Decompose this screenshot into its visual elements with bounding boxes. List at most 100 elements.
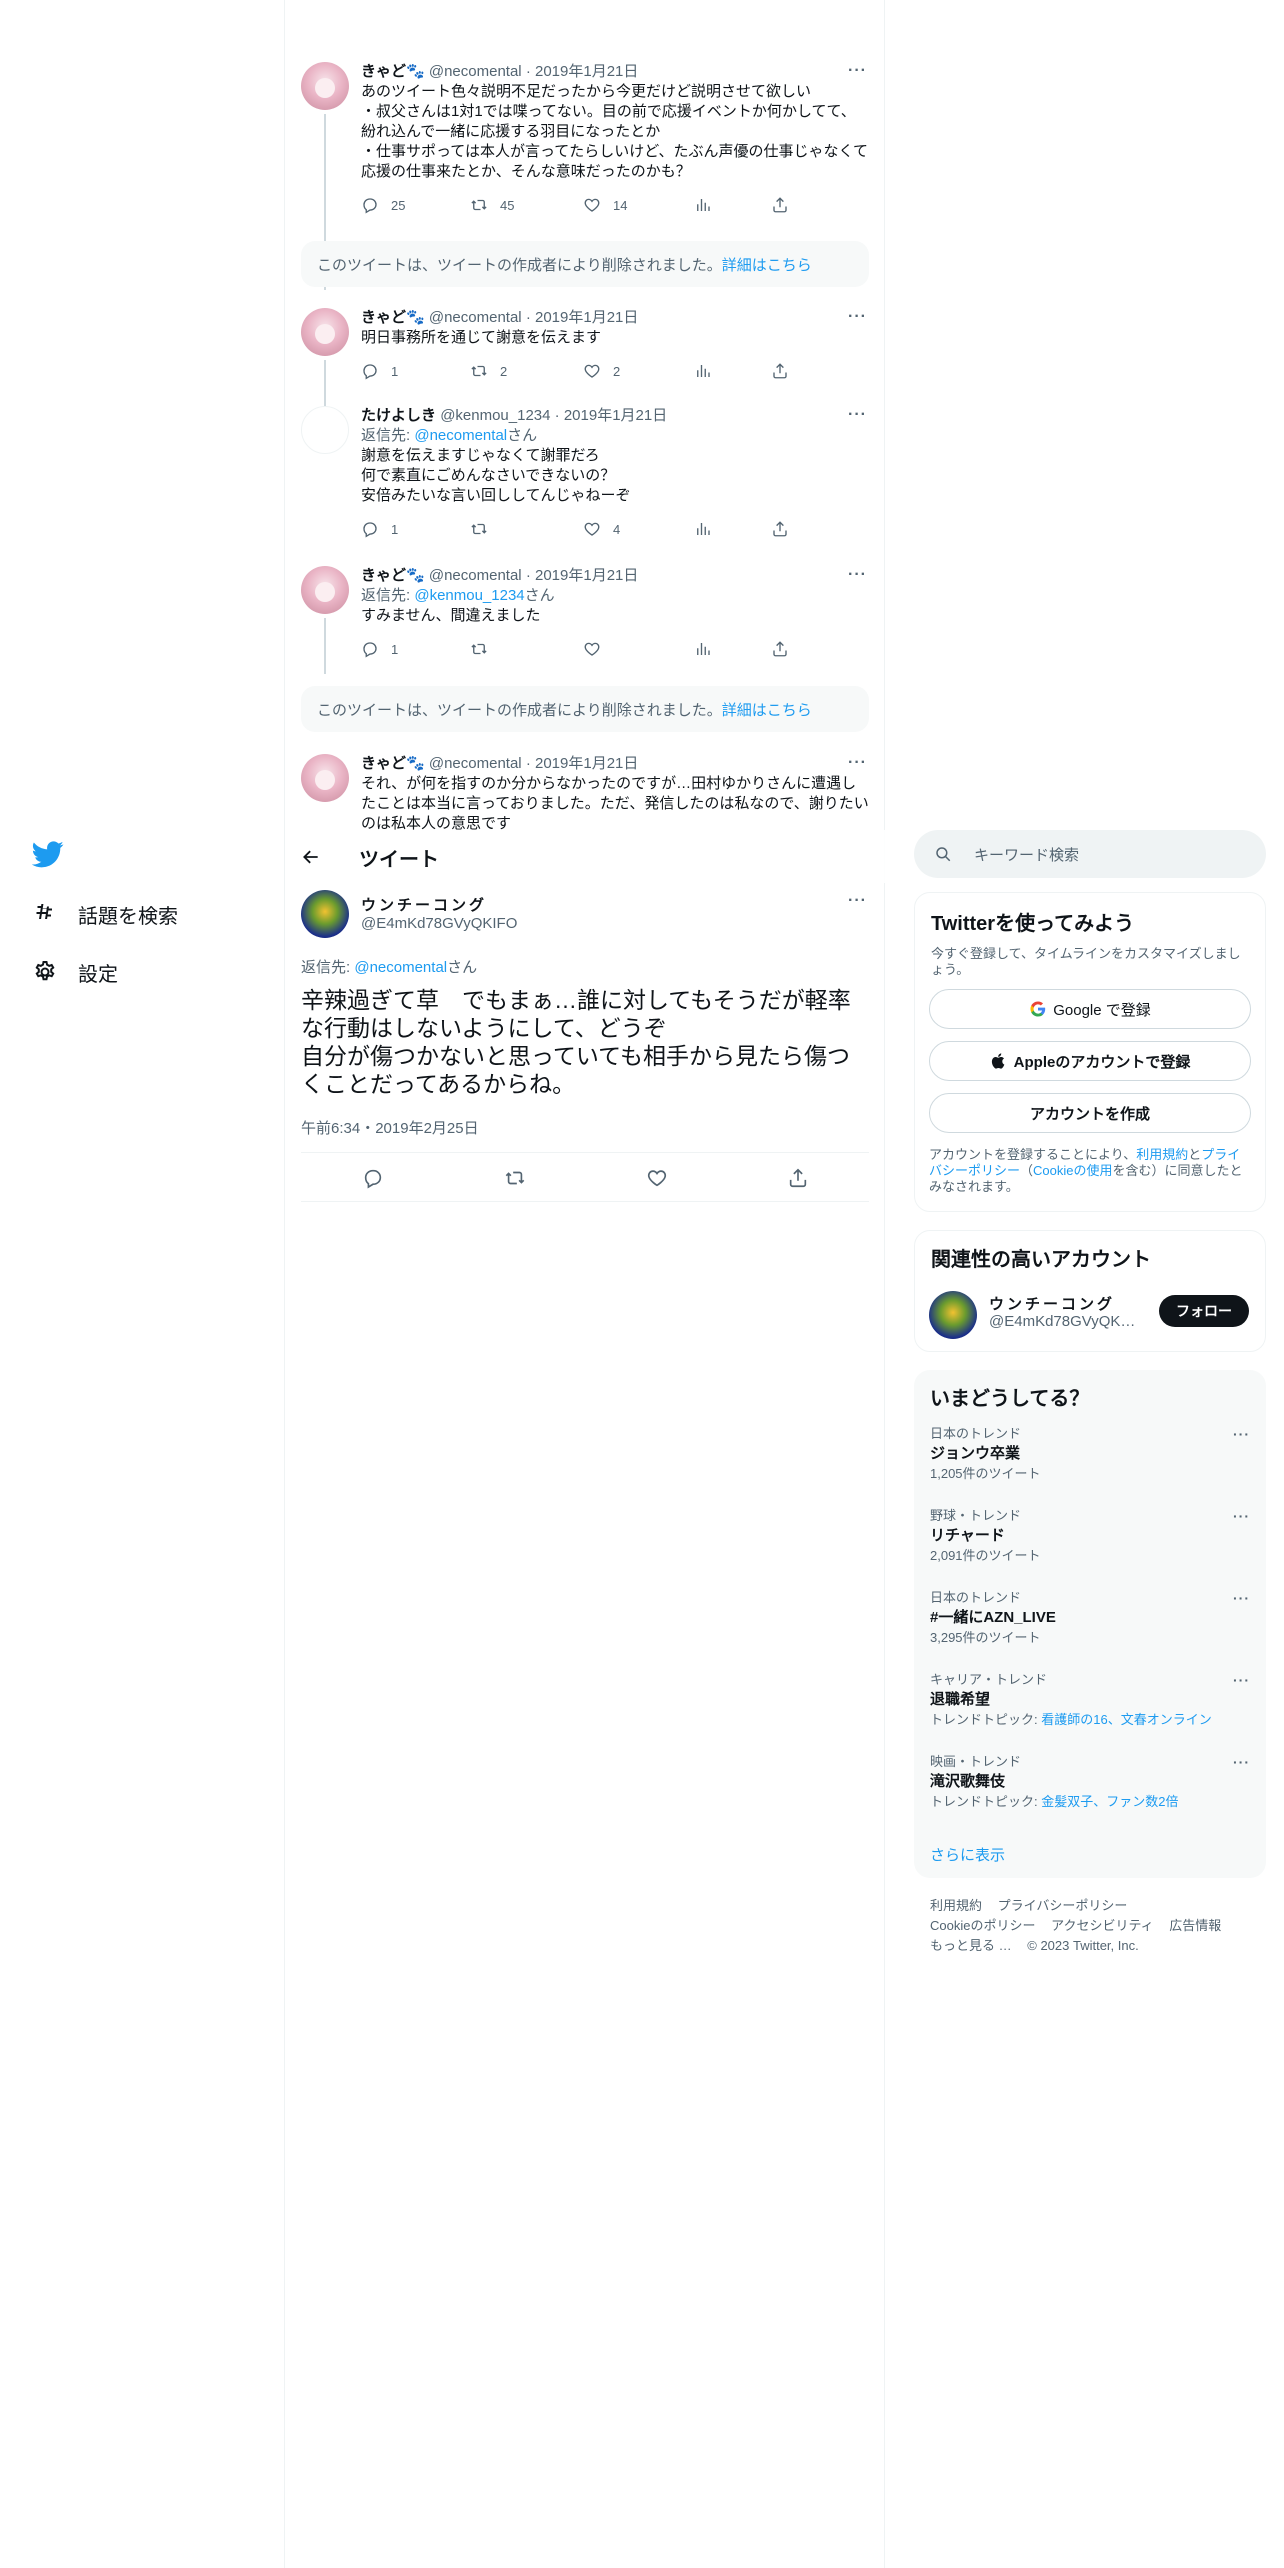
nav-settings[interactable]: 設定 [32, 952, 118, 992]
trend-name: 滝沢歌舞伎 [930, 1773, 1006, 1790]
display-name[interactable]: きゃど🐾 [361, 309, 425, 326]
retweet-button[interactable]: 45 [470, 196, 514, 214]
avatar[interactable] [301, 566, 349, 614]
avatar[interactable] [301, 406, 349, 454]
trend-topic-links[interactable]: 看護師の16、文春オンライン [1041, 1712, 1211, 1727]
details-link[interactable]: 詳細はこちら [722, 257, 812, 274]
reply-button[interactable]: 1 [361, 362, 398, 380]
thread-tweet[interactable]: きゃど🐾 @necomental · 2019年1月21日 ··· それ、が何を… [301, 754, 869, 830]
share-button[interactable] [771, 196, 801, 214]
thread-tweet[interactable]: たけよしき @kenmou_1234 · 2019年1月21日 ··· 返信先:… [301, 406, 869, 546]
handle[interactable]: @kenmou_1234 [440, 407, 550, 424]
display-name[interactable]: たけよしき [361, 407, 436, 424]
retweet-button[interactable] [470, 640, 500, 658]
thread-tweet[interactable]: きゃど🐾 @necomental · 2019年1月21日 ··· 返信先: @… [301, 566, 869, 674]
more-icon[interactable]: ··· [1233, 1508, 1250, 1524]
trend-name: リチャード [930, 1527, 1005, 1544]
tweet-date[interactable]: 2019年1月21日 [535, 63, 638, 80]
footer-more-link[interactable]: もっと見る … [930, 1938, 1012, 1953]
footer-tos-link[interactable]: 利用規約 [930, 1898, 982, 1913]
google-signup-button[interactable]: Google で登録 [929, 989, 1251, 1029]
reply-button[interactable]: 1 [361, 520, 398, 538]
reply-icon[interactable] [362, 1167, 384, 1189]
trend-item[interactable]: 日本のトレンド ジョンウ卒業 1,205件のツイート ··· [930, 1426, 1250, 1482]
more-icon[interactable]: ··· [848, 754, 867, 772]
display-name[interactable]: きゃど🐾 [361, 63, 425, 80]
trend-item[interactable]: 日本のトレンド #一緒にAZN_LIVE 3,295件のツイート ··· [930, 1590, 1250, 1646]
retweet-icon[interactable] [504, 1167, 526, 1189]
details-link[interactable]: 詳細はこちら [722, 702, 812, 719]
create-account-button[interactable]: アカウントを作成 [929, 1093, 1251, 1133]
tweet-date[interactable]: 2019年1月21日 [535, 755, 638, 772]
more-icon[interactable]: ··· [848, 892, 867, 910]
reply-button[interactable]: 25 [361, 196, 405, 214]
related-name[interactable]: ウンチーコング [989, 1293, 1115, 1314]
like-button[interactable]: 2 [583, 362, 620, 380]
display-name[interactable]: きゃど🐾 [361, 755, 425, 772]
avatar[interactable] [301, 890, 349, 938]
tweet-date[interactable]: 2019年1月21日 [535, 309, 638, 326]
tweet-date[interactable]: 2019年1月21日 [564, 407, 667, 424]
more-icon[interactable]: ··· [1233, 1754, 1250, 1770]
trend-item[interactable]: 野球・トレンド リチャード 2,091件のツイート ··· [930, 1508, 1250, 1564]
trend-item[interactable]: キャリア・トレンド 退職希望 トレンドトピック: 看護師の16、文春オンライン … [930, 1672, 1250, 1728]
footer-accessibility-link[interactable]: アクセシビリティ [1051, 1918, 1154, 1933]
share-button[interactable] [771, 520, 801, 538]
like-button[interactable]: 4 [583, 520, 620, 538]
views-button[interactable] [694, 640, 724, 658]
display-name[interactable]: きゃど🐾 [361, 567, 425, 584]
reply-to-link[interactable]: @kenmou_1234 [414, 587, 524, 604]
search-input[interactable]: キーワード検索 [914, 830, 1266, 878]
share-icon[interactable] [787, 1167, 809, 1189]
nav-explore[interactable]: 話題を検索 [32, 894, 178, 934]
footer-ads-link[interactable]: 広告情報 [1169, 1918, 1221, 1933]
more-icon[interactable]: ··· [848, 308, 867, 326]
cookie-link[interactable]: Cookieの使用 [1033, 1163, 1112, 1178]
more-icon[interactable]: ··· [848, 566, 867, 584]
like-button[interactable] [583, 640, 613, 658]
footer-cookie-link[interactable]: Cookieのポリシー [930, 1918, 1035, 1933]
avatar[interactable] [929, 1291, 977, 1339]
trend-item[interactable]: 映画・トレンド 滝沢歌舞伎 トレンドトピック: 金髪双子、ファン数2倍 ··· [930, 1754, 1250, 1810]
apple-signup-button[interactable]: Appleのアカウントで登録 [929, 1041, 1251, 1081]
google-signup-label: Google で登録 [1053, 1001, 1151, 1019]
trend-topic-links[interactable]: 金髪双子、ファン数2倍 [1041, 1794, 1178, 1809]
more-icon[interactable]: ··· [1233, 1590, 1250, 1606]
handle[interactable]: @necomental [429, 63, 522, 80]
thread-tweet[interactable]: きゃど🐾 @necomental · 2019年1月21日 ··· あのツイート… [301, 62, 869, 290]
handle[interactable]: @necomental [429, 309, 522, 326]
share-button[interactable] [771, 640, 801, 658]
footer-privacy-link[interactable]: プライバシーポリシー [998, 1898, 1128, 1913]
avatar[interactable] [301, 308, 349, 356]
handle[interactable]: @necomental [429, 755, 522, 772]
related-handle[interactable]: @E4mKd78GVyQKIFO [989, 1313, 1139, 1330]
more-icon[interactable]: ··· [848, 62, 867, 80]
reply-to-link[interactable]: @necomental [354, 959, 447, 976]
heart-icon[interactable] [646, 1167, 668, 1189]
tos-link[interactable]: 利用規約 [1136, 1147, 1188, 1162]
follow-button[interactable]: フォロー [1159, 1295, 1249, 1327]
views-button[interactable] [694, 362, 724, 380]
like-button[interactable]: 14 [583, 196, 627, 214]
avatar[interactable] [301, 62, 349, 110]
display-name[interactable]: ウンチーコング [361, 894, 487, 915]
more-icon[interactable]: ··· [1233, 1426, 1250, 1442]
retweet-button[interactable]: 2 [470, 362, 507, 380]
handle[interactable]: @E4mKd78GVyQKIFO [361, 915, 517, 932]
tweet-timestamp[interactable]: 午前6:34・2019年2月25日 [301, 1117, 479, 1138]
avatar[interactable] [301, 754, 349, 802]
retweet-button[interactable] [470, 520, 500, 538]
thread-tweet[interactable]: きゃど🐾 @necomental · 2019年1月21日 ··· 明日事務所を… [301, 308, 869, 406]
reply-button[interactable]: 1 [361, 640, 398, 658]
handle[interactable]: @necomental [429, 567, 522, 584]
more-icon[interactable]: ··· [848, 406, 867, 424]
show-more-link[interactable]: さらに表示 [930, 1844, 1005, 1865]
views-button[interactable] [694, 520, 724, 538]
back-arrow-icon[interactable] [301, 847, 321, 867]
share-button[interactable] [771, 362, 801, 380]
twitter-logo-icon[interactable] [31, 838, 64, 870]
reply-to-link[interactable]: @necomental [414, 427, 507, 444]
tweet-date[interactable]: 2019年1月21日 [535, 567, 638, 584]
more-icon[interactable]: ··· [1233, 1672, 1250, 1688]
views-button[interactable] [694, 196, 724, 214]
